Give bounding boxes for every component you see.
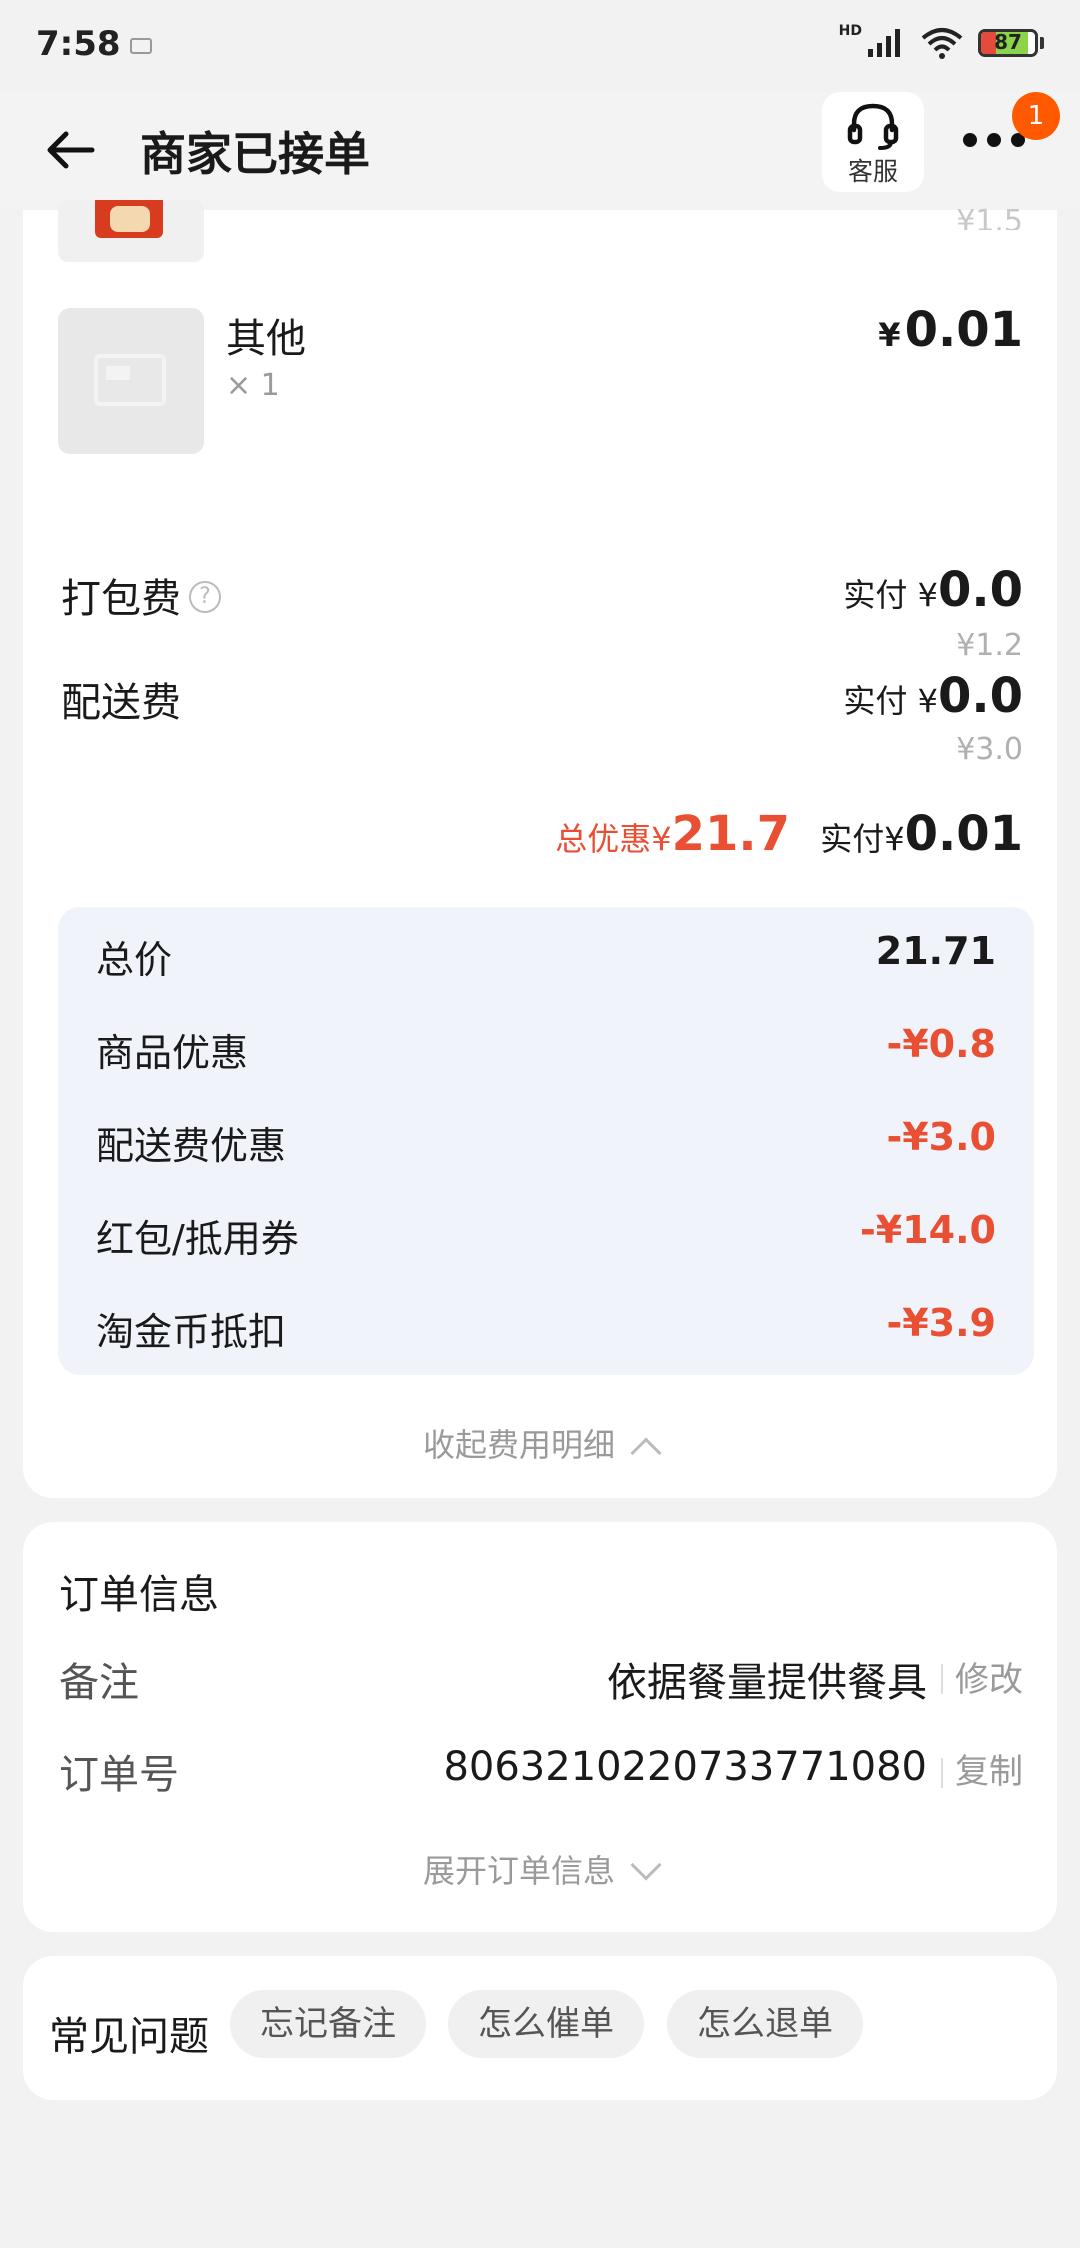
breakdown-value: -¥3.0 bbox=[886, 1115, 996, 1159]
paid-prefix: 实付 bbox=[843, 576, 908, 614]
notification-icon bbox=[130, 38, 152, 54]
notification-badge: 1 bbox=[1012, 92, 1060, 140]
breakdown-label: 红包/抵用券 bbox=[96, 1217, 299, 1261]
faq-chip-refund-order[interactable]: 怎么退单 bbox=[667, 1990, 863, 2058]
total-paid-label: 实付 bbox=[820, 820, 885, 858]
battery-level: 87 bbox=[994, 30, 1022, 54]
partial-item-price: ¥1.5 bbox=[956, 204, 1023, 230]
copy-order-number-button[interactable]: 复制 bbox=[955, 1744, 1023, 1793]
faq-chip-forgot-remark[interactable]: 忘记备注 bbox=[230, 1990, 426, 2058]
currency-symbol: ¥ bbox=[917, 576, 938, 614]
order-cost-card: ¥1.5 其他 × 1 ¥0.01 打包费? 实付 ¥0.0 ¥1.2 配送费 … bbox=[23, 200, 1057, 1498]
delivery-fee-paid-value: 0.0 bbox=[937, 668, 1023, 724]
more-dot-icon bbox=[987, 133, 1001, 147]
customer-service-button[interactable]: 客服 bbox=[822, 92, 924, 192]
back-button[interactable] bbox=[40, 120, 100, 180]
packaging-fee-original: ¥1.2 bbox=[956, 628, 1023, 663]
customer-service-label: 客服 bbox=[847, 157, 898, 186]
delivery-fee-label: 配送费 bbox=[61, 680, 181, 726]
expand-label: 展开订单信息 bbox=[422, 1852, 615, 1890]
battery-icon: 87 bbox=[978, 29, 1038, 57]
order-number-label: 订单号 bbox=[59, 1752, 179, 1798]
breakdown-value: -¥3.9 bbox=[886, 1301, 996, 1345]
collapse-label: 收起费用明细 bbox=[422, 1426, 615, 1464]
image-placeholder-icon bbox=[94, 354, 166, 406]
breakdown-label: 配送费优惠 bbox=[96, 1124, 287, 1168]
currency-symbol: ¥ bbox=[878, 316, 901, 354]
total-summary: 总优惠¥21.7 实付¥0.01 bbox=[555, 806, 1023, 862]
currency-symbol: ¥ bbox=[917, 682, 938, 720]
product-thumbnail-placeholder[interactable] bbox=[58, 308, 204, 454]
product-image-detail bbox=[110, 206, 150, 232]
network-type: HD bbox=[838, 23, 862, 39]
status-icons: HD 87 bbox=[838, 23, 1044, 60]
breakdown-value: -¥14.0 bbox=[860, 1208, 996, 1252]
delivery-fee-original: ¥3.0 bbox=[956, 732, 1023, 767]
navigation-bar: 商家已接单 客服 1 bbox=[0, 92, 1080, 210]
breakdown-row: 配送费优惠 -¥3.0 bbox=[96, 1115, 996, 1175]
signal-icon bbox=[868, 29, 900, 57]
breakdown-label: 淘金币抵扣 bbox=[96, 1310, 287, 1354]
edit-remark-button[interactable]: 修改 bbox=[955, 1652, 1023, 1701]
item-quantity: × 1 bbox=[226, 368, 280, 403]
arrow-left-icon bbox=[47, 131, 95, 169]
item-name: 其他 bbox=[226, 316, 306, 362]
breakdown-row: 商品优惠 -¥0.8 bbox=[96, 1022, 996, 1082]
breakdown-row: 红包/抵用券 -¥14.0 bbox=[96, 1208, 996, 1268]
remark-value: 依据餐量提供餐具 bbox=[607, 1660, 927, 1706]
order-info-title: 订单信息 bbox=[59, 1572, 219, 1618]
wifi-icon bbox=[921, 28, 963, 59]
total-paid: 实付¥0.01 bbox=[820, 806, 1023, 862]
battery-cap bbox=[1040, 37, 1044, 49]
breakdown-label: 商品优惠 bbox=[96, 1031, 249, 1075]
page-title: 商家已接单 bbox=[140, 127, 370, 181]
collapse-fee-details-button[interactable]: 收起费用明细 bbox=[23, 1420, 1057, 1469]
total-discount-label: 总优惠 bbox=[555, 820, 652, 858]
more-dot-icon bbox=[963, 133, 977, 147]
currency-symbol: ¥ bbox=[651, 820, 672, 858]
divider bbox=[941, 1758, 943, 1788]
help-icon[interactable]: ? bbox=[189, 581, 221, 613]
packaging-fee-paid-value: 0.0 bbox=[937, 562, 1023, 618]
divider bbox=[941, 1664, 943, 1694]
order-number-value: 8063210220733771080 bbox=[443, 1744, 927, 1790]
item-price: ¥0.01 bbox=[878, 302, 1023, 358]
faq-chip-urge-order[interactable]: 怎么催单 bbox=[448, 1990, 644, 2058]
packaging-fee-text: 打包费 bbox=[61, 576, 181, 622]
breakdown-value: 21.71 bbox=[875, 929, 996, 973]
image-placeholder-detail bbox=[106, 366, 130, 380]
chevron-down-icon bbox=[630, 1849, 662, 1881]
expand-order-info-button[interactable]: 展开订单信息 bbox=[23, 1846, 1057, 1892]
packaging-fee-paid: 实付 ¥0.0 bbox=[843, 562, 1023, 618]
status-time: 7:58 bbox=[36, 24, 121, 64]
order-info-card: 订单信息 备注 依据餐量提供餐具 修改 订单号 8063210220733771… bbox=[23, 1522, 1057, 1932]
status-bar: 7:58 HD 87 bbox=[0, 0, 1080, 92]
faq-title: 常见问题 bbox=[49, 2014, 209, 2060]
product-thumbnail[interactable] bbox=[58, 200, 204, 262]
chevron-up-icon bbox=[630, 1437, 662, 1469]
item-price-value: 0.01 bbox=[904, 302, 1023, 358]
packaging-fee-label: 打包费? bbox=[61, 566, 221, 624]
breakdown-label: 总价 bbox=[96, 938, 173, 982]
paid-prefix: 实付 bbox=[843, 682, 908, 720]
headset-icon bbox=[847, 103, 899, 150]
currency-symbol: ¥ bbox=[884, 820, 905, 858]
breakdown-row: 淘金币抵扣 -¥3.9 bbox=[96, 1301, 996, 1361]
faq-card: 常见问题 忘记备注 怎么催单 怎么退单 bbox=[23, 1956, 1057, 2100]
breakdown-value: -¥0.8 bbox=[886, 1022, 996, 1066]
total-discount-value: 21.7 bbox=[671, 806, 791, 862]
delivery-fee-paid: 实付 ¥0.0 bbox=[843, 668, 1023, 724]
remark-label: 备注 bbox=[59, 1660, 139, 1706]
total-discount: 总优惠¥21.7 bbox=[555, 806, 790, 862]
cost-breakdown-panel: 总价 21.71 商品优惠 -¥0.8 配送费优惠 -¥3.0 红包/抵用券 -… bbox=[58, 907, 1034, 1375]
breakdown-row: 总价 21.71 bbox=[96, 929, 996, 989]
total-paid-value: 0.01 bbox=[904, 806, 1023, 862]
